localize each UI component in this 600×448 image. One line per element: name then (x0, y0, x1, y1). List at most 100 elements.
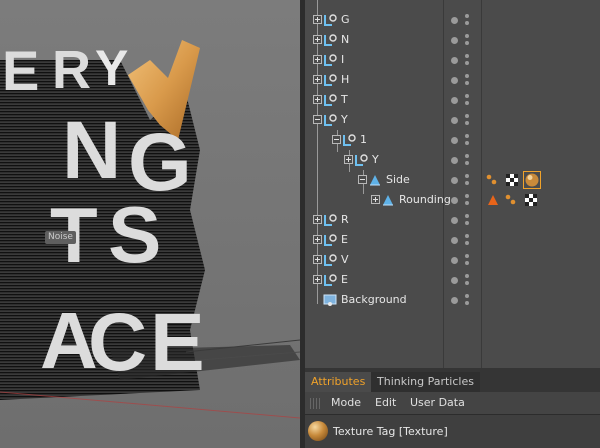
tab-attributes[interactable]: Attributes (305, 372, 372, 392)
object-row[interactable]: Rounding (305, 190, 600, 210)
visibility-dot-icon[interactable] (451, 117, 458, 124)
expand-toggle[interactable] (313, 255, 322, 264)
expand-toggle[interactable] (344, 155, 353, 164)
editor-vis-dot-icon[interactable] (465, 254, 469, 258)
visibility-dot-icon[interactable] (451, 297, 458, 304)
editor-vis-dot-icon[interactable] (465, 154, 469, 158)
object-name[interactable]: E (341, 230, 348, 250)
visibility-dot-icon[interactable] (451, 257, 458, 264)
object-name[interactable]: G (341, 10, 350, 30)
render-vis-dot-icon[interactable] (465, 41, 469, 45)
editor-vis-dot-icon[interactable] (465, 114, 469, 118)
editor-vis-dot-icon[interactable] (465, 94, 469, 98)
spheres-tag-icon[interactable] (485, 172, 501, 188)
object-name[interactable]: Rounding (399, 190, 451, 210)
editor-vis-dot-icon[interactable] (465, 194, 469, 198)
visibility-dot-icon[interactable] (451, 177, 458, 184)
object-name[interactable]: Background (341, 290, 407, 310)
tab-thinking-particles[interactable]: Thinking Particles (371, 372, 480, 392)
editor-vis-dot-icon[interactable] (465, 54, 469, 58)
editor-vis-dot-icon[interactable] (465, 234, 469, 238)
render-vis-dot-icon[interactable] (465, 201, 469, 205)
visibility-dot-icon[interactable] (451, 37, 458, 44)
expand-toggle[interactable] (313, 215, 322, 224)
object-row[interactable]: R (305, 210, 600, 230)
render-vis-dot-icon[interactable] (465, 301, 469, 305)
object-name[interactable]: I (341, 50, 344, 70)
editor-vis-dot-icon[interactable] (465, 174, 469, 178)
visibility-dot-icon[interactable] (451, 77, 458, 84)
object-name[interactable]: Side (386, 170, 410, 190)
expand-toggle[interactable] (313, 115, 322, 124)
editor-vis-dot-icon[interactable] (465, 134, 469, 138)
object-row[interactable]: T (305, 90, 600, 110)
grip-icon[interactable] (310, 398, 321, 409)
render-vis-dot-icon[interactable] (465, 81, 469, 85)
editor-vis-dot-icon[interactable] (465, 74, 469, 78)
checker-tag-icon[interactable] (523, 192, 539, 208)
object-row[interactable]: V (305, 250, 600, 270)
object-name[interactable]: V (341, 250, 349, 270)
object-name[interactable]: E (341, 270, 348, 290)
checker-tag-icon[interactable] (504, 172, 520, 188)
object-manager[interactable]: G N I H T Y 1 Y Side Rounding R E V E Background (305, 0, 600, 368)
object-row[interactable]: E (305, 270, 600, 290)
expand-toggle[interactable] (313, 235, 322, 244)
expand-toggle[interactable] (313, 95, 322, 104)
editor-vis-dot-icon[interactable] (465, 34, 469, 38)
object-name[interactable]: Y (372, 150, 379, 170)
render-vis-dot-icon[interactable] (465, 121, 469, 125)
object-name[interactable]: H (341, 70, 349, 90)
menu-mode[interactable]: Mode (331, 392, 361, 414)
expand-toggle[interactable] (371, 195, 380, 204)
editor-vis-dot-icon[interactable] (465, 274, 469, 278)
editor-vis-dot-icon[interactable] (465, 214, 469, 218)
warning-tag-icon[interactable] (485, 192, 501, 208)
visibility-dot-icon[interactable] (451, 97, 458, 104)
render-vis-dot-icon[interactable] (465, 261, 469, 265)
object-name[interactable]: Y (341, 110, 348, 130)
object-row[interactable]: Y (305, 110, 600, 130)
menu-edit[interactable]: Edit (375, 392, 396, 414)
expand-toggle[interactable] (313, 75, 322, 84)
object-name[interactable]: 1 (360, 130, 367, 150)
object-row[interactable]: H (305, 70, 600, 90)
visibility-dot-icon[interactable] (451, 237, 458, 244)
menu-user-data[interactable]: User Data (410, 392, 465, 414)
object-row[interactable]: N (305, 30, 600, 50)
object-name[interactable]: N (341, 30, 349, 50)
expand-toggle[interactable] (313, 55, 322, 64)
render-vis-dot-icon[interactable] (465, 221, 469, 225)
editor-vis-dot-icon[interactable] (465, 294, 469, 298)
spheres-tag-icon[interactable] (504, 192, 520, 208)
object-row[interactable]: Side (305, 170, 600, 190)
visibility-dot-icon[interactable] (451, 57, 458, 64)
object-row[interactable]: E (305, 230, 600, 250)
expand-toggle[interactable] (358, 175, 367, 184)
object-row[interactable]: G (305, 10, 600, 30)
object-name[interactable]: T (341, 90, 348, 110)
object-row[interactable]: I (305, 50, 600, 70)
expand-toggle[interactable] (332, 135, 341, 144)
expand-toggle[interactable] (313, 35, 322, 44)
render-vis-dot-icon[interactable] (465, 281, 469, 285)
editor-vis-dot-icon[interactable] (465, 14, 469, 18)
object-row[interactable]: 1 (305, 130, 600, 150)
render-vis-dot-icon[interactable] (465, 181, 469, 185)
render-vis-dot-icon[interactable] (465, 21, 469, 25)
object-row[interactable]: Y (305, 150, 600, 170)
expand-toggle[interactable] (313, 275, 322, 284)
render-vis-dot-icon[interactable] (465, 141, 469, 145)
render-vis-dot-icon[interactable] (465, 61, 469, 65)
texture-tag-icon[interactable] (523, 171, 541, 189)
visibility-dot-icon[interactable] (451, 197, 458, 204)
visibility-dot-icon[interactable] (451, 277, 458, 284)
visibility-dot-icon[interactable] (451, 137, 458, 144)
object-name[interactable]: R (341, 210, 349, 230)
render-vis-dot-icon[interactable] (465, 161, 469, 165)
3d-viewport[interactable]: E R Y N G T S A C E Noise (0, 0, 300, 448)
object-row[interactable]: Background (305, 290, 600, 310)
render-vis-dot-icon[interactable] (465, 101, 469, 105)
render-vis-dot-icon[interactable] (465, 241, 469, 245)
visibility-dot-icon[interactable] (451, 217, 458, 224)
